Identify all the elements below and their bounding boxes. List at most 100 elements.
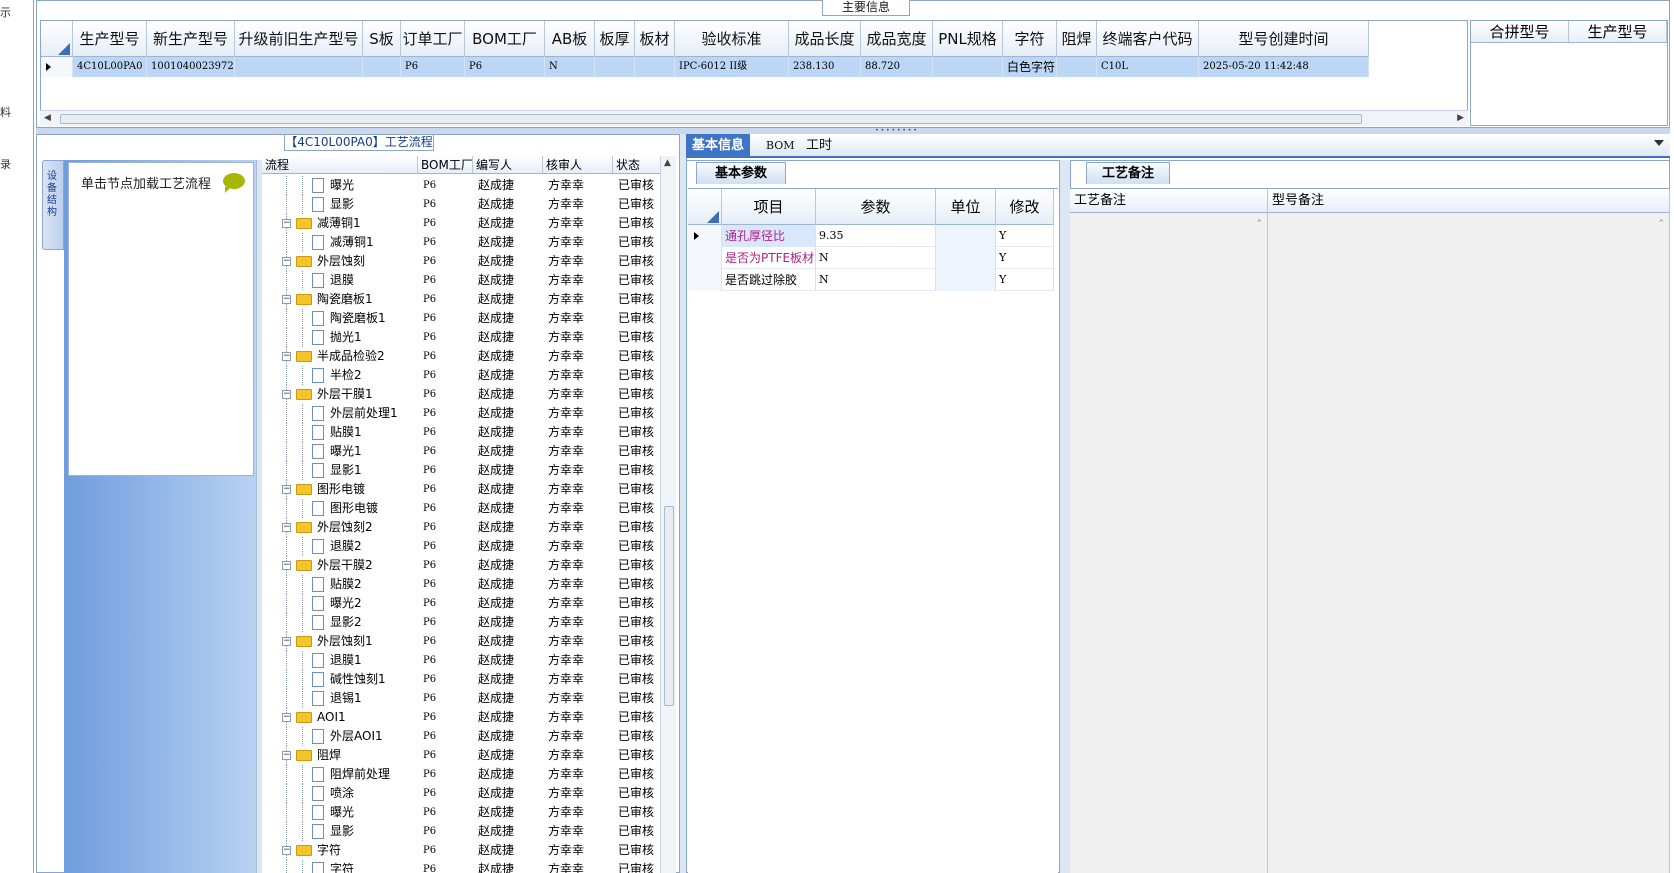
tab-basic-info[interactable]: 基本信息 [686, 134, 751, 158]
tree-node[interactable]: − 陶瓷磨板1 [262, 290, 418, 309]
tree-vscrollbar[interactable]: ▲ [660, 156, 676, 873]
tree-row[interactable]: 显影2 P6 赵成捷 方幸幸 已审核 [262, 613, 662, 632]
tree-node[interactable]: 减薄铜1 [262, 233, 418, 252]
main-col-header[interactable]: 型号创建时间 [1199, 21, 1369, 57]
tree-node[interactable]: 曝光 [262, 176, 418, 195]
collapse-icon[interactable]: − [282, 523, 291, 532]
tree-col-header[interactable]: 状态 [613, 156, 661, 173]
main-cell[interactable]: 4C10L00PA0 [73, 57, 147, 77]
collapse-icon[interactable]: − [282, 257, 291, 266]
tree-row[interactable]: − 外层蚀刻 P6 赵成捷 方幸幸 已审核 [262, 252, 662, 271]
param-value-cell[interactable]: 9.35 [816, 225, 936, 247]
model-note-textarea[interactable]: ⌃ [1268, 213, 1670, 873]
tree-node[interactable]: − 半成品检验2 [262, 347, 418, 366]
collapse-icon[interactable]: − [282, 713, 291, 722]
main-cell[interactable]: P6 [401, 57, 465, 77]
tab-bom[interactable]: BOM [760, 134, 801, 158]
tree-row[interactable]: 半检2 P6 赵成捷 方幸幸 已审核 [262, 366, 662, 385]
tree-node[interactable]: 贴膜1 [262, 423, 418, 442]
main-cell[interactable] [363, 57, 401, 77]
tree-row[interactable]: 图形电镀 P6 赵成捷 方幸幸 已审核 [262, 499, 662, 518]
merge-model-grid[interactable]: 合拼型号 生产型号 [1470, 20, 1668, 126]
params-col-header[interactable]: 单位 [936, 189, 996, 225]
tree-col-header[interactable]: BOM工厂 [418, 156, 473, 173]
tree-row[interactable]: 退膜1 P6 赵成捷 方幸幸 已审核 [262, 651, 662, 670]
tree-node[interactable]: − 图形电镀 [262, 480, 418, 499]
tree-node[interactable]: 半检2 [262, 366, 418, 385]
main-cell[interactable]: P6 [465, 57, 545, 77]
process-note-textarea[interactable]: ⌃ [1070, 213, 1268, 873]
tree-row[interactable]: 显影 P6 赵成捷 方幸幸 已审核 [262, 195, 662, 214]
tree-node[interactable]: 字符 [262, 860, 418, 873]
params-grid[interactable]: 项目 参数 单位 修改 通孔厚径比 9.35 Y 是否为PTFE板材 N Y 是否跳过除胶 N… [688, 188, 1058, 873]
collapse-icon[interactable]: − [282, 485, 291, 494]
tree-row[interactable]: 阻焊前处理 P6 赵成捷 方幸幸 已审核 [262, 765, 662, 784]
tree-row[interactable]: − 半成品检验2 P6 赵成捷 方幸幸 已审核 [262, 347, 662, 366]
tree-node[interactable]: − 阻焊 [262, 746, 418, 765]
main-col-header[interactable]: 板厚 [595, 21, 635, 57]
param-modified-cell[interactable]: Y [996, 269, 1054, 291]
tree-node[interactable]: − 外层干膜1 [262, 385, 418, 404]
tree-node[interactable]: 碱性蚀刻1 [262, 670, 418, 689]
param-modified-cell[interactable]: Y [996, 247, 1054, 269]
grid-corner[interactable] [688, 189, 722, 225]
tree-row[interactable]: 曝光 P6 赵成捷 方幸幸 已审核 [262, 176, 662, 195]
main-cell[interactable]: 10010400239727 [147, 57, 235, 77]
tree-row[interactable]: − 外层干膜1 P6 赵成捷 方幸幸 已审核 [262, 385, 662, 404]
tree-row[interactable]: 显影 P6 赵成捷 方幸幸 已审核 [262, 822, 662, 841]
merge-col-header[interactable]: 合拼型号 [1471, 21, 1569, 42]
hscroll-thumb[interactable] [60, 114, 1362, 124]
tree-row[interactable]: 贴膜1 P6 赵成捷 方幸幸 已审核 [262, 423, 662, 442]
tree-row[interactable]: − 外层蚀刻2 P6 赵成捷 方幸幸 已审核 [262, 518, 662, 537]
main-cell[interactable] [933, 57, 1003, 77]
vscroll-thumb[interactable] [664, 506, 674, 706]
main-cell[interactable] [235, 57, 363, 77]
tree-row[interactable]: − AOI1 P6 赵成捷 方幸幸 已审核 [262, 708, 662, 727]
grid-corner[interactable] [41, 21, 73, 57]
main-grid-hscrollbar[interactable]: ◀ ▶ [40, 110, 1468, 126]
collapse-icon[interactable]: − [282, 561, 291, 570]
tree-node[interactable]: 显影 [262, 822, 418, 841]
main-cell[interactable]: 白色字符 [1003, 57, 1057, 77]
tree-node[interactable]: 退膜 [262, 271, 418, 290]
main-col-header[interactable]: BOM工厂 [465, 21, 545, 57]
params-col-header[interactable]: 参数 [816, 189, 936, 225]
tree-row[interactable]: 退膜2 P6 赵成捷 方幸幸 已审核 [262, 537, 662, 556]
tree-node[interactable]: − 字符 [262, 841, 418, 860]
param-unit-cell[interactable] [936, 269, 996, 291]
tree-node[interactable]: 显影2 [262, 613, 418, 632]
tree-col-header[interactable]: 流程 [262, 156, 418, 173]
right-splitter[interactable] [1060, 160, 1070, 873]
merge-col-header[interactable]: 生产型号 [1569, 21, 1667, 42]
tree-node[interactable]: − 外层蚀刻 [262, 252, 418, 271]
tree-row[interactable]: 抛光1 P6 赵成捷 方幸幸 已审核 [262, 328, 662, 347]
collapse-icon[interactable]: − [282, 751, 291, 760]
tree-node[interactable]: − 外层蚀刻2 [262, 518, 418, 537]
tree-row[interactable]: 曝光 P6 赵成捷 方幸幸 已审核 [262, 803, 662, 822]
main-cell[interactable]: C10L [1097, 57, 1199, 77]
tree-row[interactable]: 贴膜2 P6 赵成捷 方幸幸 已审核 [262, 575, 662, 594]
tree-node[interactable]: 退膜1 [262, 651, 418, 670]
notes-col-header[interactable]: 型号备注 [1268, 189, 1670, 213]
scroll-up-icon[interactable]: ⌃ [1657, 219, 1665, 229]
tree-row[interactable]: − 外层蚀刻1 P6 赵成捷 方幸幸 已审核 [262, 632, 662, 651]
main-col-header[interactable]: 升级前旧生产型号 [235, 21, 363, 57]
param-item-cell[interactable]: 是否跳过除胶 [722, 269, 816, 291]
vertical-tab-equipment[interactable]: 设备结构 [42, 160, 64, 250]
param-unit-cell[interactable] [936, 247, 996, 269]
tree-row[interactable]: 外层AOI1 P6 赵成捷 方幸幸 已审核 [262, 727, 662, 746]
main-col-header[interactable]: 新生产型号 [147, 21, 235, 57]
tree-node[interactable]: 曝光2 [262, 594, 418, 613]
param-value-cell[interactable]: N [816, 269, 936, 291]
main-col-header[interactable]: 验收标准 [675, 21, 789, 57]
tree-row[interactable]: − 字符 P6 赵成捷 方幸幸 已审核 [262, 841, 662, 860]
collapse-icon[interactable]: − [282, 352, 291, 361]
tree-node[interactable]: 陶瓷磨板1 [262, 309, 418, 328]
main-cell[interactable]: 88.720 [861, 57, 933, 77]
tree-node[interactable]: 退锡1 [262, 689, 418, 708]
main-col-header[interactable]: 板材 [635, 21, 675, 57]
collapse-icon[interactable]: − [282, 637, 291, 646]
tree-node[interactable]: − 外层干膜2 [262, 556, 418, 575]
scroll-right-icon[interactable]: ▶ [1457, 113, 1464, 123]
collapse-icon[interactable]: − [282, 846, 291, 855]
